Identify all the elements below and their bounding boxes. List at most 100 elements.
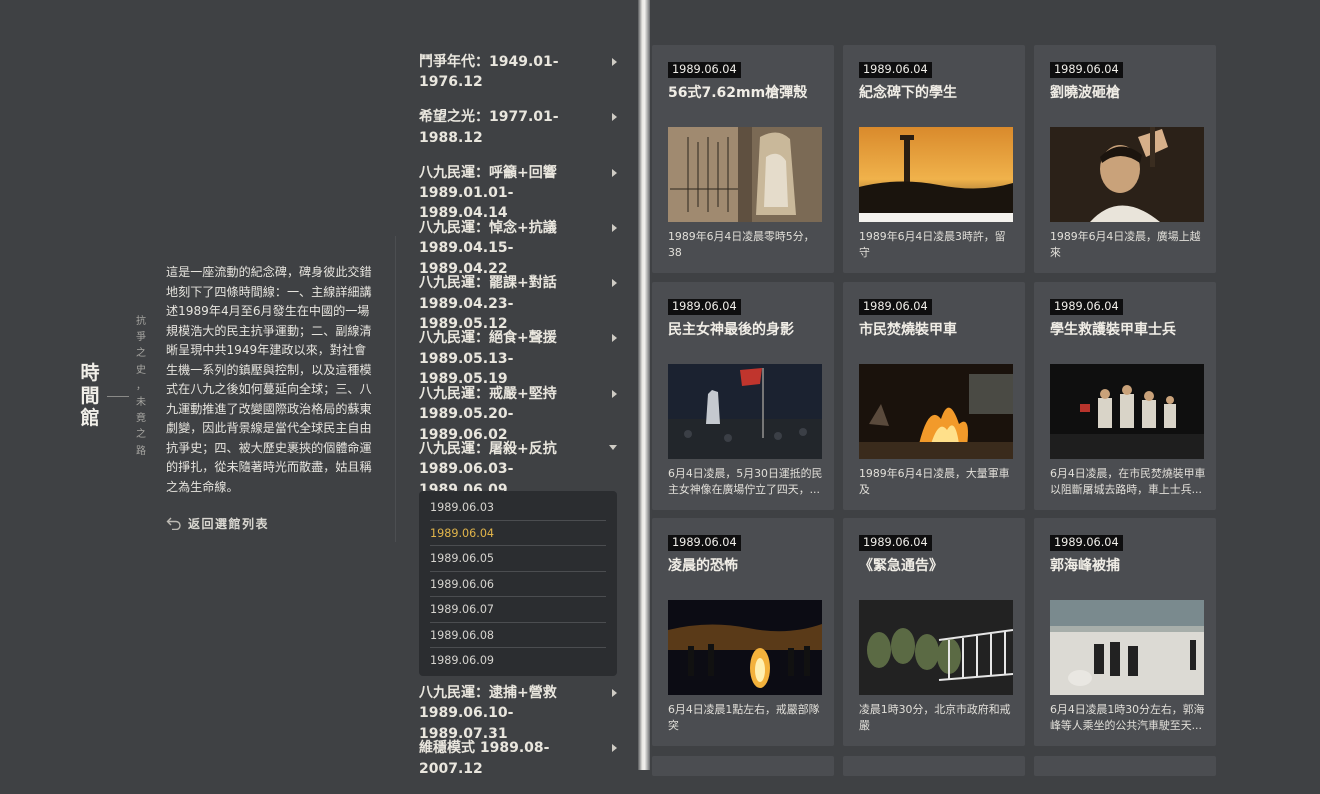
card-title: 56式7.62mm槍彈殼 [668, 85, 808, 101]
monument-night-photo [859, 127, 1013, 222]
menu-item-label: 鬥爭年代：1949.01-1976.12 [419, 54, 559, 91]
event-card-partial[interactable] [843, 756, 1025, 776]
submenu-date[interactable]: 1989.06.09 [430, 648, 606, 673]
event-card-partial[interactable] [652, 756, 834, 776]
chevron-right-icon [612, 223, 617, 232]
museum-title-char: 時 [80, 362, 100, 384]
submenu-date[interactable]: 1989.06.03 [430, 495, 606, 520]
menu-item-martial-law[interactable]: 八九民運：戒嚴+堅持 1989.05.20-1989.06.02 [419, 384, 619, 443]
subtitle-char: 未 [136, 397, 146, 409]
title-divider [107, 396, 129, 397]
submenu-date[interactable]: 1989.06.05 [430, 546, 606, 571]
menu-item-label: 八九民運：悼念+抗議 1989.04.15-1989.04.22 [419, 219, 557, 277]
card-description: 6月4日凌晨，在市民焚燒裝甲車 以阻斷屠城去路時，車上士兵... [1050, 467, 1206, 496]
card-description: 1989年6月4日凌晨，大量軍車及 裝甲車開始進入北京城，市民... [859, 467, 1010, 496]
menu-item-arrest[interactable]: 八九民運：逮捕+營救 1989.06.10-1989.07.31 [419, 683, 619, 742]
event-card-partial[interactable] [1034, 756, 1216, 776]
liu-xiaobo-photo [1050, 127, 1204, 222]
menu-item-struggle-era[interactable]: 鬥爭年代：1949.01-1976.12 [419, 52, 619, 107]
soldiers-barrier-photo [859, 600, 1013, 695]
date-badge: 1989.06.04 [859, 535, 932, 551]
burning-vehicle-photo [859, 364, 1013, 459]
chevron-right-icon [612, 689, 617, 697]
subtitle-char: 史 [136, 364, 146, 376]
card-title: 紀念碑下的學生 [859, 85, 957, 101]
chevron-right-icon [612, 744, 617, 753]
back-to-list-link[interactable]: 返回選館列表 [166, 513, 269, 533]
subtitle-char: 路 [136, 445, 146, 457]
subtitle-char: 之 [136, 429, 146, 441]
museum-title-char: 間 [80, 384, 100, 407]
event-card[interactable]: 1989.06.04 《緊急通告》 凌晨1時30分，北京市政府和戒嚴 部隊指揮部… [843, 518, 1025, 746]
timeline-menu: 鬥爭年代：1949.01-1976.12 希望之光：1977.01-1988.1… [419, 52, 619, 498]
menu-item-label: 八九民運：戒嚴+堅持 1989.05.20-1989.06.02 [419, 385, 557, 443]
card-title: 《緊急通告》 [859, 558, 943, 574]
museum-title: 時 間 館 [78, 362, 102, 430]
menu-item-label: 八九民運：逮捕+營救 1989.06.10-1989.07.31 [419, 685, 557, 742]
chevron-right-icon [612, 113, 617, 122]
date-badge: 1989.06.04 [668, 535, 741, 551]
museum-title-char: 館 [80, 407, 100, 429]
card-title: 凌晨的恐怖 [668, 558, 738, 574]
card-description: 6月4日凌晨1點左右，戒嚴部隊突 進到天安門城樓前，並切斷封... [668, 703, 820, 732]
card-title: 學生救護裝甲車士兵 [1050, 322, 1176, 338]
subtitle-char: ， [136, 380, 146, 392]
date-badge: 1989.06.04 [668, 299, 741, 315]
timeline-menu-continued: 八九民運：逮捕+營救 1989.06.10-1989.07.31 維穩模式 19… [419, 683, 619, 794]
subtitle-char: 抗 [136, 316, 146, 327]
event-card[interactable]: 1989.06.04 劉曉波砸槍 1989年6月4日凌晨，廣場上越來 越多學生想… [1034, 45, 1216, 273]
card-description: 1989年6月4日凌晨3時許，留守 廣場的學生僅剩3,000多名，多... [859, 230, 1006, 259]
column-divider [395, 236, 396, 542]
back-label: 返回選館列表 [188, 516, 270, 531]
bullet-casing-photo [668, 127, 822, 222]
chevron-right-icon [612, 279, 617, 288]
menu-item-strike[interactable]: 八九民運：罷課+對話 1989.04.23-1989.05.12 [419, 273, 619, 332]
chevron-right-icon [612, 334, 617, 343]
card-title: 民主女神最後的身影 [668, 322, 794, 338]
card-description: 6月4日凌晨，5月30日運抵的民 主女神像在廣場佇立了四天，... [668, 467, 823, 496]
menu-item-stability[interactable]: 維穩模式 1989.08-2007.12 [419, 738, 619, 793]
event-card[interactable]: 1989.06.04 56式7.62mm槍彈殼 1989年6月4日凌晨零時5分，… [652, 45, 834, 273]
menu-item-appeal[interactable]: 八九民運：呼籲+回響 1989.01.01-1989.04.14 [419, 163, 619, 221]
event-card[interactable]: 1989.06.04 學生救護裝甲車士兵 6月4日凌晨，在市民焚燒裝甲車 以阻斷… [1034, 282, 1216, 510]
museum-subtitle: 抗 爭 之 史 ， 未 竟 之 路 [135, 314, 147, 460]
date-badge: 1989.06.04 [1050, 62, 1123, 78]
subtitle-char: 爭 [136, 332, 146, 344]
card-title: 郭海峰被捕 [1050, 558, 1120, 574]
card-description: 1989年6月4日凌晨零時5分，38 軍調動18輛裝甲車從南面衝上... [668, 230, 815, 259]
chevron-right-icon [612, 168, 617, 177]
event-card[interactable]: 1989.06.04 凌晨的恐怖 6月4日凌晨1點左右，戒嚴部隊突 進到天安門城… [652, 518, 834, 746]
intro-text: 這是一座流動的紀念碑，碑身彼此交錯地刻下了四條時間線：一、主線詳細講述1989年… [166, 265, 372, 494]
menu-item-hope[interactable]: 希望之光：1977.01-1988.12 [419, 107, 619, 162]
date-submenu: 1989.06.03 1989.06.04 1989.06.05 1989.06… [419, 491, 617, 676]
goddess-statue-photo [668, 364, 822, 459]
submenu-date-active[interactable]: 1989.06.04 [430, 521, 606, 546]
panel-divider-bar[interactable] [638, 0, 650, 770]
date-badge: 1989.06.04 [668, 62, 741, 78]
menu-item-label: 希望之光：1977.01-1988.12 [419, 109, 559, 146]
date-badge: 1989.06.04 [1050, 535, 1123, 551]
chevron-right-icon [612, 389, 617, 398]
event-card[interactable]: 1989.06.04 紀念碑下的學生 1989年6月4日凌晨3時許，留守 廣場的… [843, 45, 1025, 273]
menu-item-label: 維穩模式 1989.08-2007.12 [419, 740, 550, 777]
student-rescue-photo [1050, 364, 1204, 459]
menu-item-hunger-strike[interactable]: 八九民運：絕食+聲援 1989.05.13-1989.05.19 [419, 328, 619, 387]
return-arrow-icon [166, 516, 182, 530]
menu-item-label: 八九民運：絕食+聲援 1989.05.13-1989.05.19 [419, 330, 557, 388]
event-card[interactable]: 1989.06.04 民主女神最後的身影 6月4日凌晨，5月30日運抵的民 主女… [652, 282, 834, 510]
event-card[interactable]: 1989.06.04 市民焚燒裝甲車 1989年6月4日凌晨，大量軍車及 裝甲車… [843, 282, 1025, 510]
night-fire-photo [668, 600, 822, 695]
menu-item-massacre[interactable]: 八九民運：屠殺+反抗 1989.06.03-1989.06.09 [419, 439, 619, 498]
menu-item-label: 八九民運：呼籲+回響 1989.01.01-1989.04.14 [419, 164, 557, 222]
chevron-down-icon [609, 445, 617, 451]
event-card[interactable]: 1989.06.04 郭海峰被捕 6月4日凌晨1時30分左右，郭海 峰等人乘坐的… [1034, 518, 1216, 746]
chevron-right-icon [612, 58, 617, 66]
menu-item-mourning[interactable]: 八九民運：悼念+抗議 1989.04.15-1989.04.22 [419, 218, 619, 277]
submenu-date[interactable]: 1989.06.06 [430, 572, 606, 597]
submenu-date[interactable]: 1989.06.07 [430, 597, 606, 622]
card-description: 6月4日凌晨1時30分左右，郭海 峰等人乘坐的公共汽車駛至天... [1050, 703, 1205, 732]
subtitle-char: 竟 [136, 413, 146, 425]
card-title: 劉曉波砸槍 [1050, 85, 1120, 101]
submenu-date[interactable]: 1989.06.08 [430, 623, 606, 648]
menu-item-label: 八九民運：罷課+對話 1989.04.23-1989.05.12 [419, 275, 557, 332]
